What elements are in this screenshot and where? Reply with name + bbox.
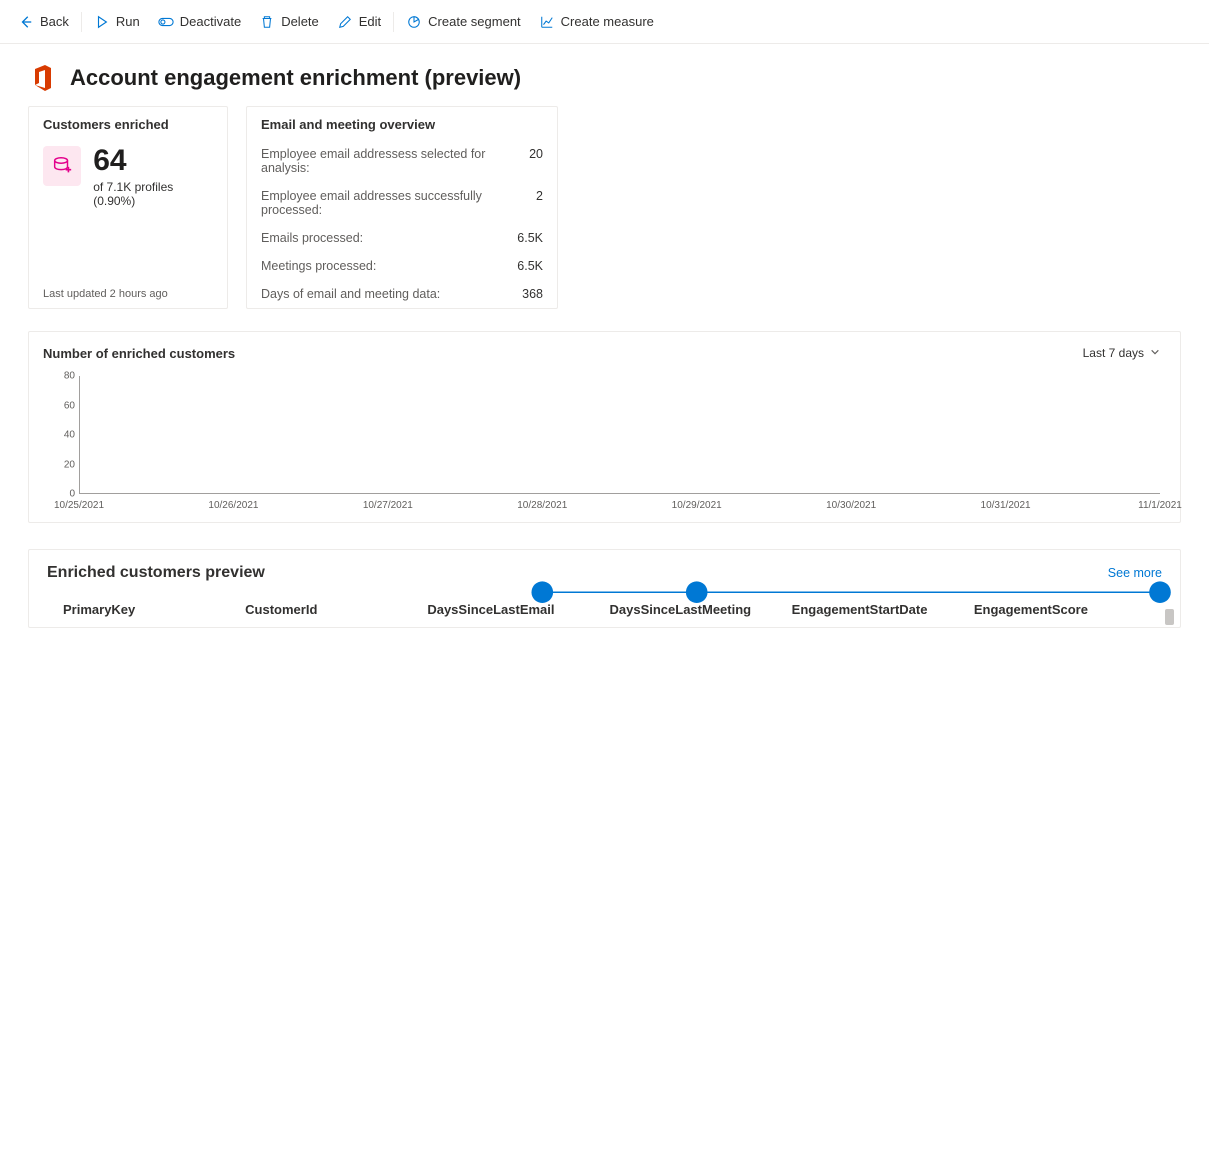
trash-icon — [259, 14, 275, 30]
overview-label: Emails processed: — [261, 231, 363, 245]
x-tick-label: 10/28/2021 — [517, 500, 567, 511]
see-more-link[interactable]: See more — [1108, 566, 1162, 580]
chart-plot-area: 020406080 10/25/202110/26/202110/27/2021… — [49, 376, 1160, 516]
overview-label: Days of email and meeting data: — [261, 287, 440, 301]
y-tick-label: 20 — [64, 459, 75, 470]
chevron-down-icon — [1150, 346, 1160, 360]
overview-value: 20 — [529, 147, 543, 175]
overview-label: Employee email addresses successfully pr… — [261, 189, 536, 217]
create-segment-button[interactable]: Create segment — [398, 8, 529, 36]
create-measure-label: Create measure — [561, 14, 654, 29]
x-tick-label: 10/30/2021 — [826, 500, 876, 511]
edit-label: Edit — [359, 14, 381, 29]
play-icon — [94, 14, 110, 30]
column-header[interactable]: EngagementScore — [974, 602, 1146, 617]
y-tick-label: 60 — [64, 400, 75, 411]
toolbar: Back Run Deactivate Delete Edit Create s… — [0, 0, 1209, 44]
create-segment-label: Create segment — [428, 14, 521, 29]
chart-line-icon — [539, 14, 555, 30]
overview-label: Employee email addressess selected for a… — [261, 147, 529, 175]
overview-row: Employee email addresses successfully pr… — [247, 182, 557, 224]
toggle-off-icon — [158, 14, 174, 30]
overview-label: Meetings processed: — [261, 259, 376, 273]
arrow-left-icon — [18, 14, 34, 30]
scrollbar-thumb[interactable] — [1165, 609, 1174, 625]
overview-row: Emails processed: 6.5K — [247, 224, 557, 252]
deactivate-button[interactable]: Deactivate — [150, 8, 249, 36]
chart-title: Number of enriched customers — [43, 346, 235, 361]
column-header[interactable]: CustomerId — [245, 602, 417, 617]
toolbar-separator — [81, 12, 82, 32]
overview-value: 2 — [536, 189, 543, 217]
run-button[interactable]: Run — [86, 8, 148, 36]
email-meeting-overview-card: Email and meeting overview Employee emai… — [246, 106, 558, 309]
overview-value: 6.5K — [517, 259, 543, 273]
pencil-icon — [337, 14, 353, 30]
preview-title: Enriched customers preview — [47, 564, 265, 582]
last-updated-text: Last updated 2 hours ago — [29, 280, 227, 308]
overview-row: Days of email and meeting data: 368 — [247, 280, 557, 308]
y-tick-label: 40 — [64, 430, 75, 441]
x-tick-label: 10/31/2021 — [981, 500, 1031, 511]
column-header[interactable]: DaysSinceLastEmail — [427, 602, 599, 617]
run-label: Run — [116, 14, 140, 29]
summary-cards-row: Customers enriched 64 of 7.1K profiles (… — [0, 106, 1209, 309]
enriched-subtext: of 7.1K profiles (0.90%) — [93, 180, 213, 208]
enriched-count: 64 — [93, 146, 213, 176]
column-header[interactable]: PrimaryKey — [63, 602, 235, 617]
back-button[interactable]: Back — [10, 8, 77, 36]
x-tick-label: 10/25/2021 — [54, 500, 104, 511]
overview-value: 368 — [522, 287, 543, 301]
back-label: Back — [40, 14, 69, 29]
range-label: Last 7 days — [1083, 346, 1144, 360]
delete-label: Delete — [281, 14, 319, 29]
edit-button[interactable]: Edit — [329, 8, 389, 36]
delete-button[interactable]: Delete — [251, 8, 327, 36]
overview-value: 6.5K — [517, 231, 543, 245]
customers-enriched-card: Customers enriched 64 of 7.1K profiles (… — [28, 106, 228, 309]
y-tick-label: 80 — [64, 371, 75, 382]
pie-icon — [406, 14, 422, 30]
office-logo-icon — [28, 64, 56, 92]
x-tick-label: 10/29/2021 — [672, 500, 722, 511]
overview-row: Employee email addressess selected for a… — [247, 140, 557, 182]
page-title: Account engagement enrichment (preview) — [70, 65, 521, 91]
column-header[interactable]: DaysSinceLastMeeting — [610, 602, 782, 617]
y-tick-label: 0 — [69, 489, 75, 500]
card-header: Email and meeting overview — [247, 107, 557, 140]
toolbar-separator — [393, 12, 394, 32]
overview-row: Meetings processed: 6.5K — [247, 252, 557, 280]
enriched-customers-chart-card: Number of enriched customers Last 7 days… — [28, 331, 1181, 523]
enrich-icon — [43, 146, 81, 186]
create-measure-button[interactable]: Create measure — [531, 8, 662, 36]
column-header[interactable]: EngagementStartDate — [792, 602, 964, 617]
page-header: Account engagement enrichment (preview) — [0, 44, 1209, 106]
enriched-customers-preview-card: Enriched customers preview See more Prim… — [28, 549, 1181, 628]
card-header: Customers enriched — [29, 107, 227, 140]
x-tick-label: 10/27/2021 — [363, 500, 413, 511]
x-tick-label: 11/1/2021 — [1138, 500, 1182, 511]
time-range-dropdown[interactable]: Last 7 days — [1077, 342, 1166, 364]
x-tick-label: 10/26/2021 — [208, 500, 258, 511]
deactivate-label: Deactivate — [180, 14, 241, 29]
